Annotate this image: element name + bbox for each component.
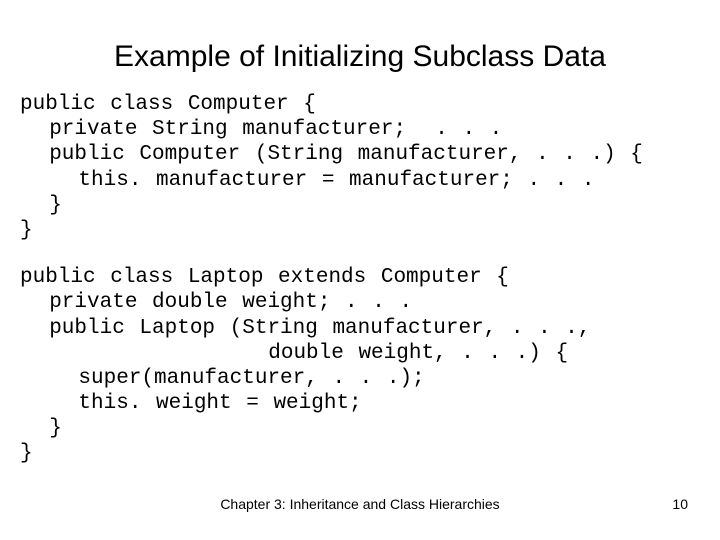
code-block-computer: public class Computer { private String m… bbox=[20, 92, 700, 243]
slide-container: Example of Initializing Subclass Data pu… bbox=[0, 0, 720, 540]
page-number: 10 bbox=[672, 496, 688, 512]
slide-title: Example of Initializing Subclass Data bbox=[20, 40, 700, 74]
footer-chapter: Chapter 3: Inheritance and Class Hierarc… bbox=[220, 496, 499, 512]
spacer bbox=[20, 243, 700, 265]
code-block-laptop: public class Laptop extends Computer { p… bbox=[20, 265, 700, 467]
slide-footer: Chapter 3: Inheritance and Class Hierarc… bbox=[0, 496, 720, 512]
